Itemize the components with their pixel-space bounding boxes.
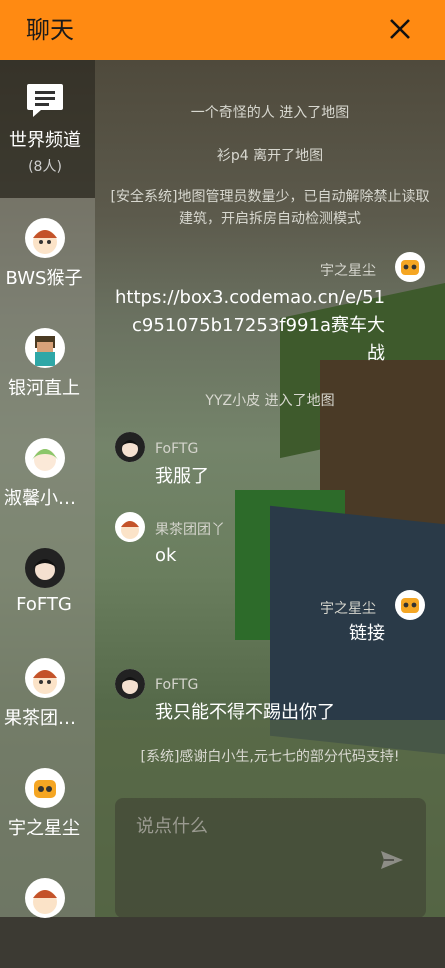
world-channel-label: 世界频道 [9, 130, 81, 151]
cartoon-girl-avatar [115, 512, 145, 542]
contact-name: BWS猴子 [5, 268, 83, 289]
message-sender: FoFTG [155, 677, 199, 693]
contact-item[interactable]: BWS猴子 [0, 198, 95, 308]
cartoon-girl-avatar [25, 218, 65, 258]
contact-list: BWS猴子 银河直上 淑馨小可爱 FoFTG 果茶团团丫 [0, 198, 95, 918]
chat-bubble-icon [27, 84, 63, 117]
chat-messages: 一个奇怪的人 进入了地图 衫p4 离开了地图 [安全系统]地图管理员数量少，已自… [95, 60, 445, 918]
message-input[interactable]: 说点什么 [115, 798, 426, 918]
robot-avatar [25, 768, 65, 808]
input-placeholder: 说点什么 [136, 816, 208, 837]
online-count: (8人) [28, 159, 62, 175]
contact-item[interactable]: 银河直上 [0, 308, 95, 418]
contact-name: FoFTG [16, 594, 72, 615]
green-hair-avatar [25, 438, 65, 478]
contact-name: 淑馨小可爱 [4, 488, 84, 509]
system-message: [系统]感谢白小生,元七七的部分代码支持! [140, 749, 400, 765]
system-message: 衫p4 离开了地图 [216, 148, 324, 164]
chat-header: 聊天 [0, 0, 445, 60]
contact-name: 银河直上 [8, 378, 80, 399]
message-sender: FoFTG [155, 441, 199, 457]
message-text[interactable]: 我服了 [155, 463, 209, 491]
anime-boy-avatar [115, 669, 145, 699]
cartoon-girl-avatar [25, 878, 65, 918]
message-text[interactable]: https://box3.codemao.cn/e/51 c951075b172… [115, 284, 385, 368]
message-line: https://box3.codemao.cn/e/51 [115, 287, 386, 308]
anime-boy-avatar [25, 548, 65, 588]
page-title: 聊天 [26, 16, 74, 44]
system-message: [安全系统]地图管理员数量少，已自动解除禁止读取建筑，开启拆房自动检测模式 [110, 189, 430, 227]
message-sender: 宇之星尘 [320, 263, 376, 279]
message-text[interactable]: 我只能不得不踢出你了 [155, 699, 335, 727]
robot-avatar [395, 252, 425, 282]
world-channel-item[interactable]: 世界频道 (8人) [0, 60, 95, 198]
contact-item[interactable] [0, 858, 95, 968]
pixel-character-avatar [25, 328, 65, 368]
close-icon[interactable] [385, 14, 415, 44]
contact-item[interactable]: 宇之星尘 [0, 748, 95, 858]
message-line: c951075b17253f991a赛车大 [131, 315, 385, 336]
contact-item[interactable]: 果茶团团丫 [0, 638, 95, 748]
message-text[interactable]: ok [155, 542, 176, 570]
system-message: 一个奇怪的人 进入了地图 [190, 105, 350, 121]
contact-item[interactable]: 淑馨小可爱 [0, 418, 95, 528]
anime-boy-avatar [115, 432, 145, 462]
contact-name: 宇之星尘 [8, 818, 80, 839]
cartoon-girl-avatar [25, 658, 65, 698]
robot-avatar [395, 590, 425, 620]
message-text[interactable]: 链接 [245, 620, 385, 648]
contact-item[interactable]: FoFTG [0, 528, 95, 638]
system-message: YYZ小皮 进入了地图 [205, 393, 335, 409]
contact-name: 果茶团团丫 [4, 708, 84, 729]
message-sender: 果茶团团丫 [155, 522, 225, 538]
message-sender: 宇之星尘 [320, 601, 376, 617]
message-line: 战 [367, 343, 385, 364]
channel-sidebar: 世界频道 (8人) BWS猴子 银河直上 淑馨小可爱 FoFTG [0, 60, 95, 918]
send-icon[interactable] [380, 850, 404, 870]
